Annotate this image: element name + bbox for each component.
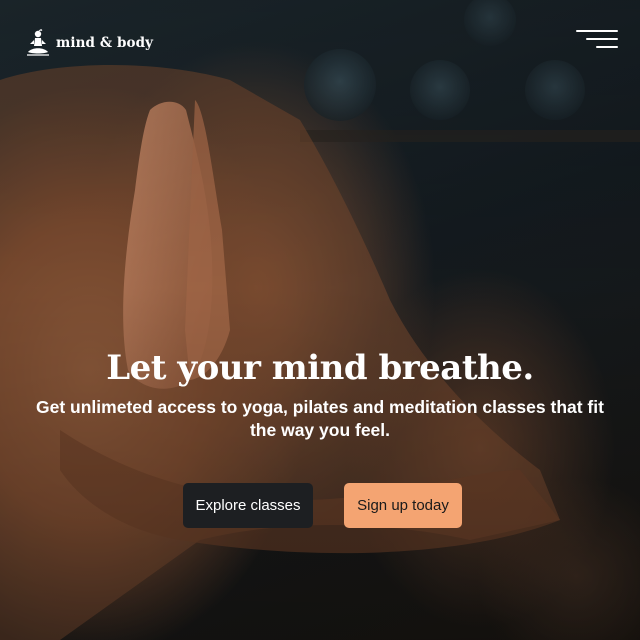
hero-overlay [0, 0, 640, 640]
hero-background-image [0, 0, 640, 640]
hero-subtext: Get unlimeted access to yoga, pilates an… [36, 397, 604, 440]
logo[interactable]: mind & body [26, 28, 153, 58]
meditating-figure-icon [26, 28, 50, 58]
explore-classes-button[interactable]: Explore classes [183, 483, 313, 528]
hamburger-menu-icon[interactable] [576, 30, 618, 52]
logo-text: mind & body [56, 35, 154, 51]
sign-up-button[interactable]: Sign up today [344, 483, 462, 528]
hero-headline: Let your mind breathe. [106, 348, 534, 388]
site-header: mind & body [26, 26, 618, 58]
